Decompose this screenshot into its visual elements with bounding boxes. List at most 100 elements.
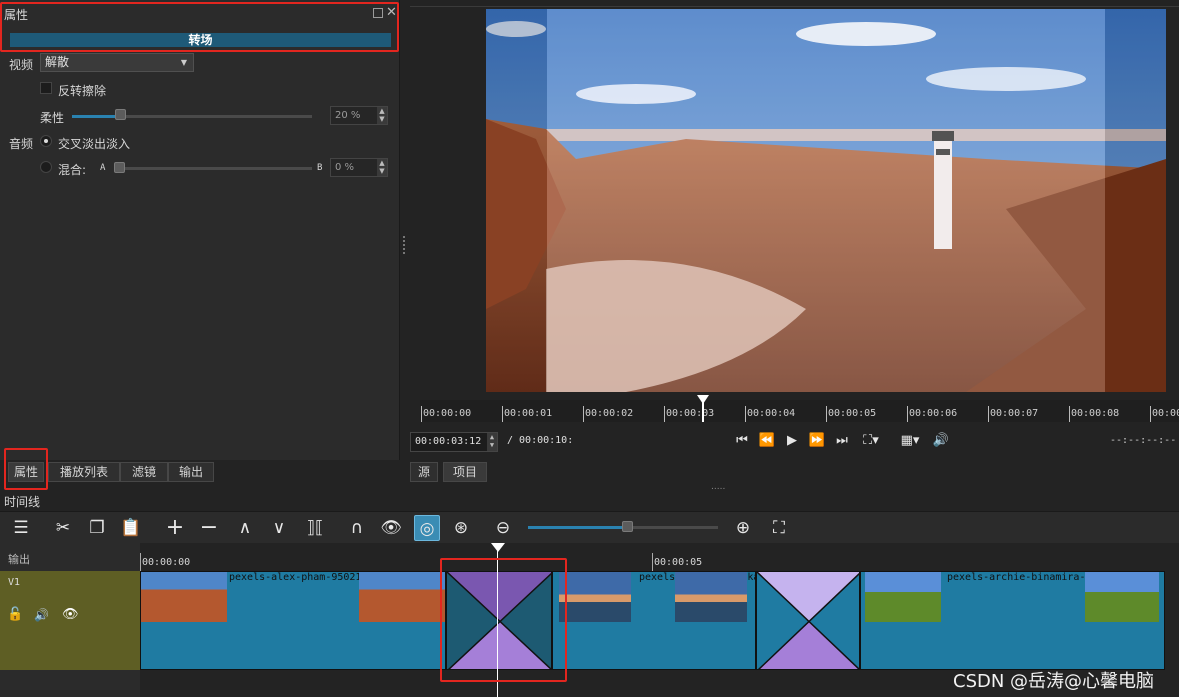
softness-label: 柔性 (40, 111, 65, 125)
clip-thumbnail (141, 572, 227, 622)
skip-end-icon[interactable]: ⏭ (834, 433, 850, 448)
mix-radio[interactable] (40, 161, 52, 173)
ruler-tick-label: 00:00:02 (585, 408, 634, 419)
clip-thumbnail (359, 572, 445, 622)
ruler-tick (1069, 406, 1070, 422)
mute-icon[interactable]: 🔊 (34, 608, 49, 622)
zoom-slider-handle[interactable] (621, 521, 633, 532)
ripple-icon[interactable]: ◎ (414, 515, 440, 541)
highlight-box-transition (440, 558, 567, 682)
ruler-tick (988, 406, 989, 422)
transition-2[interactable] (756, 571, 860, 670)
add-icon[interactable]: + (162, 515, 188, 541)
tab-filters[interactable]: 滤镜 (120, 462, 168, 482)
split-icon[interactable]: ⟧⟦ (302, 515, 328, 541)
mix-value: 0 % (335, 162, 355, 173)
softness-slider-handle[interactable] (115, 109, 126, 120)
ruler-tick-label: 00:00:08 (1071, 408, 1120, 419)
spin-arrows-icon[interactable]: ▲ ▼ (377, 107, 387, 124)
zoom-fit-icon[interactable]: ⛶ (766, 515, 792, 541)
highlight-box-header (0, 2, 399, 52)
grid-icon[interactable]: ▦▾ (895, 433, 925, 448)
viewer-ruler[interactable]: 00:00:00 00:00:01 00:00:02 00:00:03 00:00:04… (420, 400, 1179, 422)
ruler-tick (745, 406, 746, 422)
zoom-in-icon[interactable]: ⊕ (730, 515, 756, 541)
current-time-value: 00:00:03:12 (415, 436, 482, 447)
crossfade-label: 交叉淡出淡入 (58, 137, 131, 151)
ruler-tick (583, 406, 584, 422)
viewer-top-rule (410, 6, 1179, 7)
ruler-tick (421, 406, 422, 422)
softness-spinbox[interactable]: 20 % ▲ ▼ (330, 106, 388, 125)
spin-arrows-icon[interactable]: ▲ ▼ (487, 433, 497, 451)
transition-graphic (757, 572, 859, 669)
lift-icon[interactable]: ∧ (232, 515, 258, 541)
mix-slider[interactable] (114, 167, 312, 170)
mix-b-label: B (317, 163, 323, 173)
ruler-tick-label: 00:00:05 (828, 408, 877, 419)
snap-icon[interactable]: ∩ (344, 515, 370, 541)
overwrite-icon[interactable]: ∨ (266, 515, 292, 541)
reverse-wipe-checkbox[interactable] (40, 82, 52, 94)
output-label: 输出 (8, 553, 30, 566)
zoom-fit-icon[interactable]: ⛶▾ (858, 433, 884, 448)
mix-slider-handle[interactable] (114, 162, 125, 173)
fast-forward-icon[interactable]: ⏩ (808, 433, 826, 448)
properties-panel: 属性 ✕ 转场 视频 解散 ▼ 反转擦除 柔性 20 % ▲ ▼ 音频 交叉淡出淡… (0, 0, 405, 460)
ruler-tick (826, 406, 827, 422)
zoom-out-icon[interactable]: ⊖ (490, 515, 516, 541)
cut-icon[interactable]: ✂ (50, 515, 76, 541)
tab-playlist[interactable]: 播放列表 (48, 462, 120, 482)
remove-icon[interactable]: − (196, 515, 222, 541)
ruler-tick-label: 00:00:00 (423, 408, 472, 419)
highlight-box-tab (4, 448, 48, 490)
play-icon[interactable]: ▶ (784, 433, 800, 448)
crossfade-radio[interactable] (40, 135, 52, 147)
scrub-icon[interactable]: 👁 (378, 515, 404, 541)
ripple-all-icon[interactable]: ⊛ (448, 515, 474, 541)
splitter-grip[interactable] (403, 236, 405, 254)
softness-slider-fill (72, 115, 120, 118)
audio-label: 音频 (9, 137, 34, 151)
v1-track-header[interactable]: V1 🔓 🔊 👁 (0, 571, 140, 670)
ruler-tick-label: 00:00:03 (666, 408, 715, 419)
ruler-tick-label: 00:00:01 (504, 408, 553, 419)
rewind-icon[interactable]: ⏪ (758, 433, 776, 448)
ruler-tick (140, 553, 141, 571)
clip-2[interactable]: pexels-anand-dandekar (552, 571, 756, 670)
menu-icon[interactable]: ☰ (8, 515, 34, 541)
playhead-line (702, 402, 704, 422)
video-mode-select[interactable]: 解散 ▼ (40, 53, 194, 72)
clip-thumbnail (675, 572, 747, 622)
ruler-tick-label: 00:00:04 (747, 408, 796, 419)
chevron-down-icon: ▼ (180, 58, 187, 67)
timeline-ruler[interactable]: 00:00:00 00:00:05 (140, 543, 1165, 571)
mix-spinbox[interactable]: 0 % ▲ ▼ (330, 158, 388, 177)
tab-export[interactable]: 输出 (168, 462, 214, 482)
ruler-tick-label: 00:00:06 (909, 408, 958, 419)
softness-value: 20 % (335, 110, 361, 121)
tab-source[interactable]: 源 (410, 462, 438, 482)
clip-thumbnail (1085, 572, 1159, 622)
right-timecode: --:--:--:-- (1110, 435, 1177, 446)
clip-thumbnail (865, 572, 941, 622)
reverse-wipe-label: 反转擦除 (58, 84, 107, 98)
current-timecode[interactable]: 00:00:03:12 ▲ ▼ (410, 432, 498, 452)
visibility-icon[interactable]: 👁 (62, 607, 79, 622)
preview-image (486, 9, 1166, 392)
total-duration: / 00:00:10: (507, 435, 574, 446)
ruler-tick (502, 406, 503, 422)
horizontal-splitter-grip[interactable]: ..... (711, 482, 725, 492)
clip-1[interactable]: pexels-alex-pham-950210.jpg (140, 571, 446, 670)
copy-icon[interactable]: ❐ (84, 515, 110, 541)
timeline-playhead-icon[interactable] (491, 543, 505, 552)
ruler-tick (664, 406, 665, 422)
softness-slider[interactable] (72, 115, 312, 118)
skip-start-icon[interactable]: ⏮ (734, 433, 750, 448)
volume-icon[interactable]: 🔊 (932, 433, 950, 448)
clip-3[interactable]: pexels-archie-binamira-672451.jpg (860, 571, 1165, 670)
paste-icon[interactable]: 📋 (118, 515, 144, 541)
tab-project[interactable]: 项目 (443, 462, 487, 482)
lock-icon[interactable]: 🔓 (7, 607, 23, 622)
spin-arrows-icon[interactable]: ▲ ▼ (377, 159, 387, 176)
